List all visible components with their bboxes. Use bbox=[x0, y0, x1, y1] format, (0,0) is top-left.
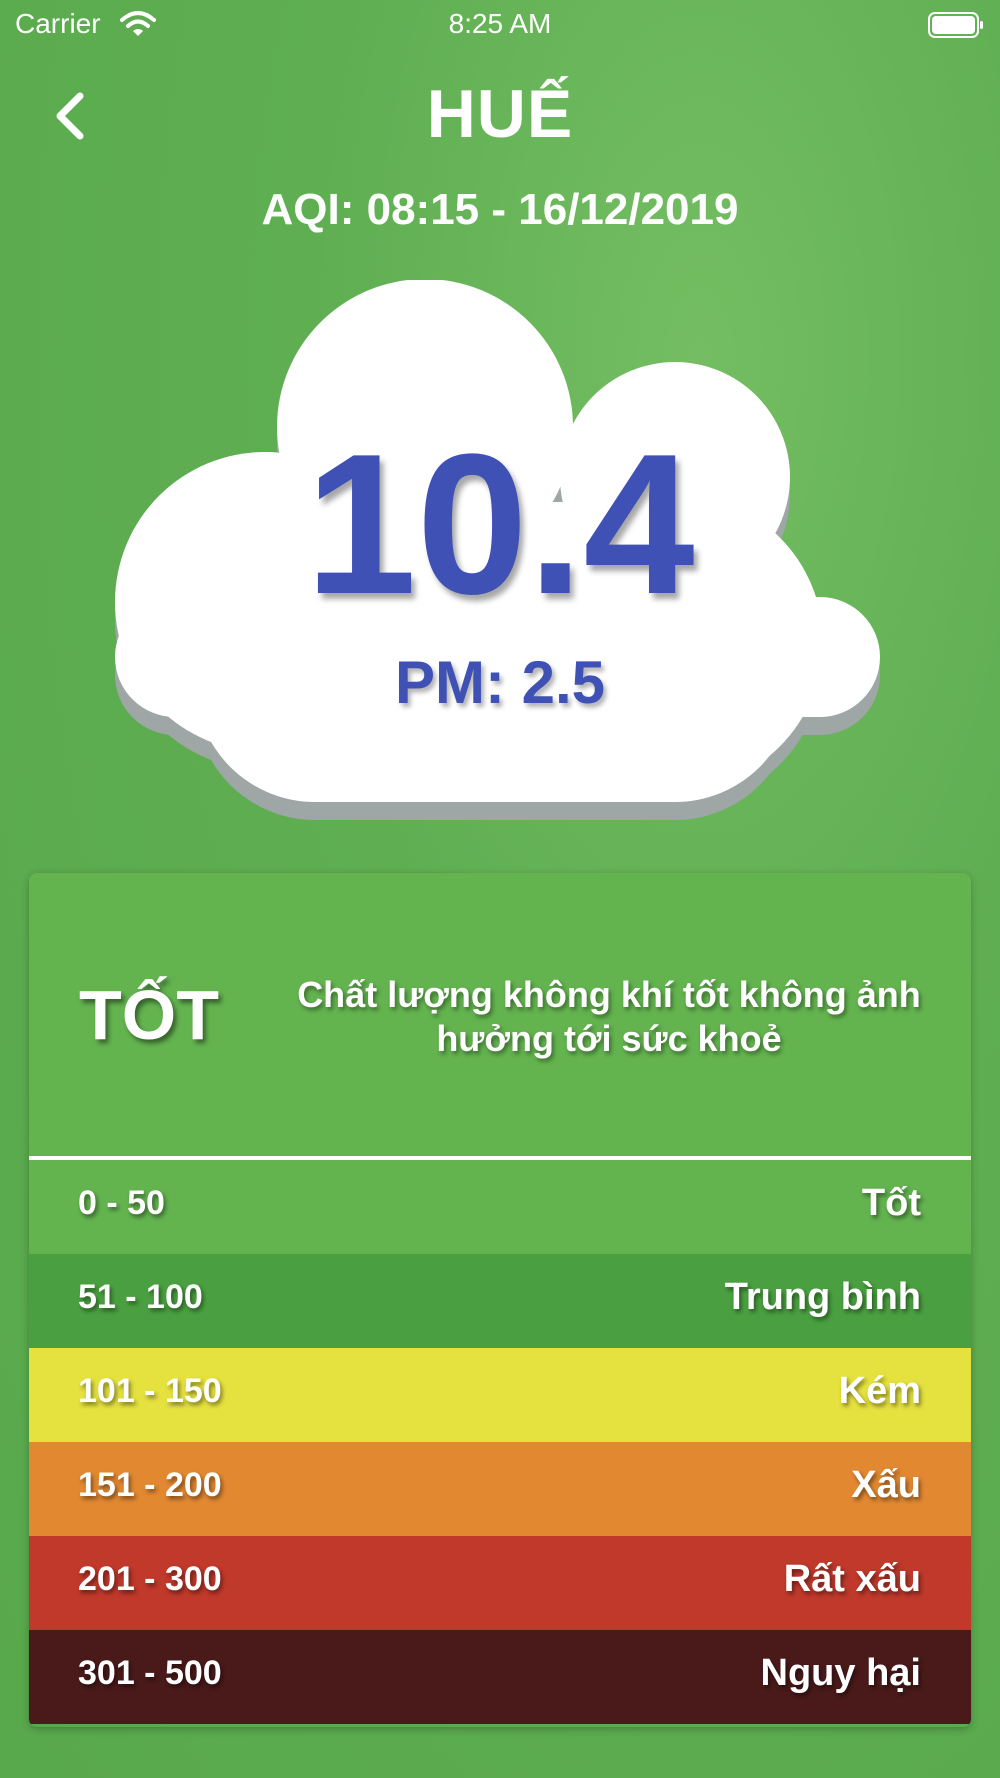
pollutant-label: PM: 2.5 bbox=[394, 649, 606, 716]
battery-icon bbox=[928, 12, 983, 38]
scale-row-hazardous: 301 - 500 Nguy hại bbox=[29, 1630, 971, 1724]
scale-label: Kém bbox=[838, 1370, 921, 1412]
current-level-card: TỐT Chất lượng không khí tốt không ảnh h… bbox=[29, 873, 971, 1156]
aqi-scale-list: 0 - 50 Tốt 51 - 100 Trung bình 101 - 150… bbox=[29, 1160, 971, 1724]
aqi-value: 10.4 bbox=[305, 413, 695, 636]
aqi-info-panel: TỐT Chất lượng không khí tốt không ảnh h… bbox=[29, 873, 971, 1727]
scale-label: Nguy hại bbox=[760, 1652, 921, 1694]
scale-range: 151 - 200 bbox=[78, 1466, 222, 1504]
scale-range: 201 - 300 bbox=[78, 1560, 222, 1598]
clock: 8:25 AM bbox=[448, 8, 552, 39]
scale-row-poor: 101 - 150 Kém bbox=[29, 1348, 971, 1442]
scale-row-very-bad: 201 - 300 Rất xấu bbox=[29, 1536, 971, 1630]
current-level-label: TỐT bbox=[79, 976, 219, 1054]
scale-row-bad: 151 - 200 Xấu bbox=[29, 1442, 971, 1536]
city-title: HUẾ bbox=[426, 76, 574, 152]
current-level-description: Chất lượng không khí tốt không ảnh hưởng… bbox=[297, 974, 921, 1059]
aqi-timestamp: AQI: 08:15 - 16/12/2019 bbox=[261, 185, 739, 234]
scale-row-moderate: 51 - 100 Trung bình bbox=[29, 1254, 971, 1348]
scale-label: Xấu bbox=[851, 1464, 921, 1506]
scale-label: Rất xấu bbox=[783, 1558, 921, 1600]
scale-range: 0 - 50 bbox=[78, 1184, 165, 1222]
status-bar: Carrier 8:25 AM bbox=[0, 0, 1000, 50]
scale-label: Tốt bbox=[861, 1182, 921, 1224]
scale-row-good: 0 - 50 Tốt bbox=[29, 1160, 971, 1254]
scale-range: 51 - 100 bbox=[78, 1278, 203, 1316]
scale-range: 301 - 500 bbox=[78, 1654, 222, 1692]
scale-label: Trung bình bbox=[724, 1276, 921, 1318]
scale-range: 101 - 150 bbox=[78, 1372, 222, 1410]
